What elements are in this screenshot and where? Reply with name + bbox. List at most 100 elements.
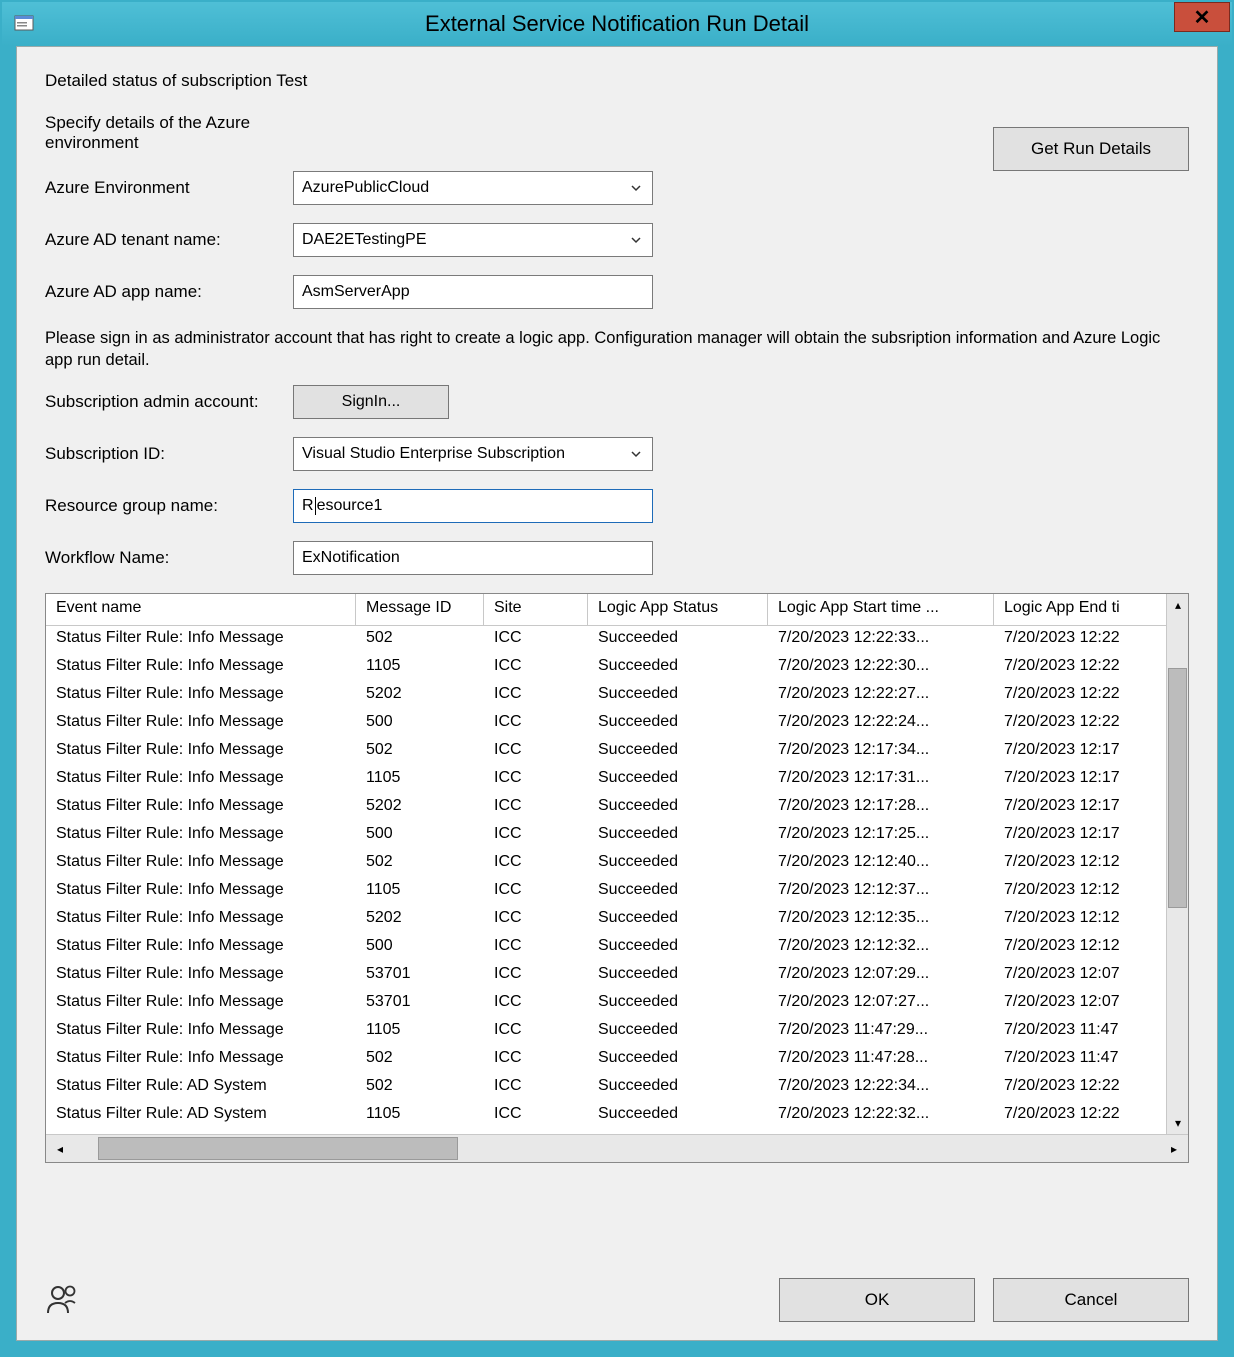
table-row[interactable]: Status Filter Rule: Info Message502ICCSu… (46, 1046, 1188, 1074)
cell-site: ICC (484, 1074, 588, 1102)
table-row[interactable]: Status Filter Rule: Info Message53701ICC… (46, 962, 1188, 990)
cell-site: ICC (484, 934, 588, 962)
wf-name-input[interactable]: ExNotification (293, 541, 653, 575)
table-row[interactable]: Status Filter Rule: AD System1105ICCSucc… (46, 1102, 1188, 1130)
ad-tenant-dropdown[interactable]: DAE2ETestingPE (293, 223, 653, 257)
azure-section-label: Specify details of the Azure environment (45, 113, 293, 153)
sub-id-dropdown[interactable]: Visual Studio Enterprise Subscription (293, 437, 653, 471)
cell-status: Succeeded (588, 1102, 768, 1130)
cell-event: Status Filter Rule: Info Message (46, 878, 356, 906)
scroll-up-icon[interactable]: ▴ (1167, 594, 1189, 616)
signin-button[interactable]: SignIn... (293, 385, 449, 419)
col-header-event[interactable]: Event name (46, 594, 356, 625)
cell-msg: 502 (356, 850, 484, 878)
cell-event: Status Filter Rule: Info Message (46, 906, 356, 934)
table-row[interactable]: Status Filter Rule: Info Message1105ICCS… (46, 878, 1188, 906)
cell-status: Succeeded (588, 906, 768, 934)
cell-msg: 1105 (356, 766, 484, 794)
ad-app-label: Azure AD app name: (45, 282, 293, 302)
table-row[interactable]: Status Filter Rule: Info Message500ICCSu… (46, 822, 1188, 850)
table-row[interactable]: Status Filter Rule: Info Message5202ICCS… (46, 682, 1188, 710)
cell-status: Succeeded (588, 682, 768, 710)
scroll-left-icon[interactable]: ◂ (46, 1135, 74, 1162)
table-row[interactable]: Status Filter Rule: Info Message500ICCSu… (46, 710, 1188, 738)
cell-start: 7/20/2023 12:12:35... (768, 906, 994, 934)
cell-status: Succeeded (588, 878, 768, 906)
hscroll-track[interactable] (74, 1135, 1160, 1162)
chevron-down-icon (622, 174, 650, 202)
hscroll-thumb[interactable] (98, 1137, 458, 1160)
col-header-status[interactable]: Logic App Status (588, 594, 768, 625)
table-row[interactable]: Status Filter Rule: Info Message500ICCSu… (46, 934, 1188, 962)
cell-event: Status Filter Rule: Info Message (46, 654, 356, 682)
close-button[interactable]: ✕ (1174, 2, 1230, 32)
ok-button[interactable]: OK (779, 1278, 975, 1322)
cell-msg: 1105 (356, 654, 484, 682)
vertical-scrollbar[interactable]: ▴ ▾ (1166, 594, 1188, 1134)
cell-site: ICC (484, 1018, 588, 1046)
cell-event: Status Filter Rule: Info Message (46, 934, 356, 962)
cell-event: Status Filter Rule: Info Message (46, 794, 356, 822)
table-row[interactable]: Status Filter Rule: Info Message502ICCSu… (46, 850, 1188, 878)
cell-end: 7/20/2023 12:12 (994, 906, 1174, 934)
table-header-row: Event name Message ID Site Logic App Sta… (46, 594, 1188, 626)
vscroll-track[interactable] (1167, 616, 1188, 1112)
table-row[interactable]: Status Filter Rule: Info Message53701ICC… (46, 990, 1188, 1018)
cell-status: Succeeded (588, 990, 768, 1018)
scroll-down-icon[interactable]: ▾ (1167, 1112, 1189, 1134)
col-header-end[interactable]: Logic App End ti (994, 594, 1174, 625)
titlebar[interactable]: External Service Notification Run Detail… (2, 2, 1232, 46)
cell-status: Succeeded (588, 1046, 768, 1074)
ad-tenant-value: DAE2ETestingPE (302, 231, 427, 249)
wf-name-value: ExNotification (302, 549, 400, 567)
cancel-button[interactable]: Cancel (993, 1278, 1189, 1322)
table-row[interactable]: Status Filter Rule: Info Message5202ICCS… (46, 906, 1188, 934)
get-run-details-button[interactable]: Get Run Details (993, 127, 1189, 171)
table-row[interactable]: Status Filter Rule: Info Message502ICCSu… (46, 626, 1188, 654)
cell-start: 7/20/2023 11:47:28... (768, 1046, 994, 1074)
cell-end: 7/20/2023 11:47 (994, 1046, 1174, 1074)
sub-id-label: Subscription ID: (45, 444, 293, 464)
cell-status: Succeeded (588, 654, 768, 682)
cell-msg: 502 (356, 1046, 484, 1074)
cell-site: ICC (484, 990, 588, 1018)
col-header-start[interactable]: Logic App Start time ... (768, 594, 994, 625)
table-row[interactable]: Status Filter Rule: Info Message1105ICCS… (46, 766, 1188, 794)
cell-msg: 53701 (356, 990, 484, 1018)
cell-end: 7/20/2023 12:12 (994, 850, 1174, 878)
cell-start: 7/20/2023 12:22:34... (768, 1074, 994, 1102)
cell-site: ICC (484, 850, 588, 878)
sub-id-value: Visual Studio Enterprise Subscription (302, 445, 565, 463)
col-header-site[interactable]: Site (484, 594, 588, 625)
table-row[interactable]: Status Filter Rule: Info Message502ICCSu… (46, 738, 1188, 766)
cell-msg: 1105 (356, 878, 484, 906)
cell-site: ICC (484, 710, 588, 738)
cell-msg: 5202 (356, 906, 484, 934)
table-row[interactable]: Status Filter Rule: Info Message5202ICCS… (46, 794, 1188, 822)
cell-start: 7/20/2023 12:12:37... (768, 878, 994, 906)
vscroll-thumb[interactable] (1168, 668, 1187, 908)
cell-msg: 502 (356, 738, 484, 766)
cell-site: ICC (484, 1102, 588, 1130)
table-row[interactable]: Status Filter Rule: Info Message1105ICCS… (46, 1018, 1188, 1046)
table-row[interactable]: Status Filter Rule: AD System502ICCSucce… (46, 1074, 1188, 1102)
cell-event: Status Filter Rule: Info Message (46, 822, 356, 850)
cell-event: Status Filter Rule: Info Message (46, 990, 356, 1018)
rg-name-label: Resource group name: (45, 496, 293, 516)
col-header-msg[interactable]: Message ID (356, 594, 484, 625)
cell-site: ICC (484, 738, 588, 766)
cell-start: 7/20/2023 12:22:33... (768, 626, 994, 654)
rg-name-input[interactable]: Resource1 (293, 489, 653, 523)
horizontal-scrollbar[interactable]: ◂ ▸ (46, 1134, 1188, 1162)
cell-start: 7/20/2023 11:47:29... (768, 1018, 994, 1046)
close-icon: ✕ (1194, 5, 1211, 30)
table-row[interactable]: Status Filter Rule: Info Message1105ICCS… (46, 654, 1188, 682)
azure-env-dropdown[interactable]: AzurePublicCloud (293, 171, 653, 205)
signin-instructions: Please sign in as administrator account … (45, 327, 1189, 371)
cell-status: Succeeded (588, 794, 768, 822)
cell-status: Succeeded (588, 850, 768, 878)
table-body: Status Filter Rule: Info Message502ICCSu… (46, 626, 1188, 1134)
scroll-right-icon[interactable]: ▸ (1160, 1135, 1188, 1162)
ad-app-field[interactable]: AsmServerApp (293, 275, 653, 309)
wf-name-label: Workflow Name: (45, 548, 293, 568)
